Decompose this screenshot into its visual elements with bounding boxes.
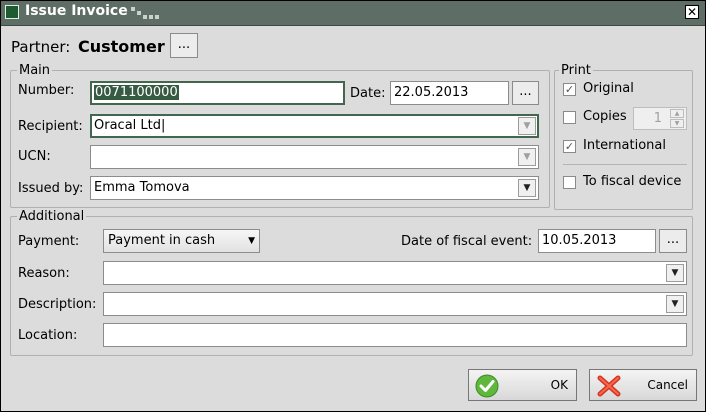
location-input[interactable] xyxy=(103,323,687,347)
cancel-label: Cancel xyxy=(647,378,688,392)
partner-value: Customer xyxy=(78,37,165,56)
copies-value: 1 xyxy=(653,111,662,126)
original-label: Original xyxy=(583,81,634,96)
fiscal-event-value: 10.05.2013 xyxy=(542,233,617,248)
chevron-down-icon[interactable]: ▼ xyxy=(518,117,536,135)
international-checkbox[interactable]: ✓ xyxy=(563,140,576,153)
cancel-button[interactable]: Cancel xyxy=(589,369,697,401)
chevron-down-icon: ▼ xyxy=(248,236,255,246)
additional-group-title: Additional xyxy=(17,209,87,224)
copies-checkbox[interactable] xyxy=(563,111,576,124)
recipient-label: Recipient: xyxy=(18,119,83,134)
window-title: Issue Invoice xyxy=(25,3,128,19)
original-checkbox[interactable]: ✓ xyxy=(563,83,576,96)
issued-by-label: Issued by: xyxy=(18,181,84,196)
fiscal-event-picker-button[interactable]: ... xyxy=(659,229,687,253)
print-separator xyxy=(563,164,687,165)
payment-value: Payment in cash xyxy=(108,233,216,248)
description-label: Description: xyxy=(18,297,97,312)
ok-label: OK xyxy=(550,378,568,392)
issued-by-combobox[interactable]: Emma Tomova ▼ xyxy=(90,176,539,200)
reason-combobox[interactable]: ▼ xyxy=(103,261,687,285)
fiscal-device-checkbox[interactable] xyxy=(563,176,576,189)
date-picker-button[interactable]: ... xyxy=(512,81,539,105)
chevron-down-icon[interactable]: ▼ xyxy=(666,264,684,282)
cross-icon xyxy=(597,375,621,397)
text-cursor: | xyxy=(161,118,166,133)
recipient-combobox[interactable]: Oracal Ltd| ▼ xyxy=(90,114,539,138)
fiscal-event-label: Date of fiscal event: xyxy=(401,234,533,249)
issue-invoice-dialog: Issue Invoice ✕ Partner: Customer ... Ma… xyxy=(0,0,706,412)
close-icon[interactable]: ✕ xyxy=(685,5,699,19)
date-value: 22.05.2013 xyxy=(394,85,469,100)
ok-button[interactable]: OK xyxy=(468,369,577,401)
spin-up-icon[interactable]: ▲ xyxy=(670,109,684,118)
chevron-down-icon[interactable]: ▼ xyxy=(666,295,684,313)
chevron-down-icon[interactable]: ▼ xyxy=(518,179,536,197)
partner-browse-button[interactable]: ... xyxy=(170,33,198,58)
spin-down-icon[interactable]: ▼ xyxy=(670,119,684,128)
ucn-combobox[interactable]: ▼ xyxy=(90,145,539,169)
chevron-down-icon[interactable]: ▼ xyxy=(518,148,536,166)
date-label: Date: xyxy=(350,86,386,101)
date-input[interactable]: 22.05.2013 xyxy=(390,81,509,105)
app-icon xyxy=(5,5,19,19)
payment-label: Payment: xyxy=(18,234,80,249)
print-group-title: Print xyxy=(559,63,593,78)
number-input[interactable]: 0071100000 xyxy=(90,81,345,105)
title-bar[interactable]: Issue Invoice ✕ xyxy=(1,1,705,26)
copies-spinner[interactable]: 1 ▲ ▼ xyxy=(633,107,687,130)
partner-label: Partner: xyxy=(11,38,71,56)
international-label: International xyxy=(583,138,666,153)
titlebar-grip-icon xyxy=(131,7,159,19)
fiscal-event-input[interactable]: 10.05.2013 xyxy=(538,229,656,253)
ucn-label: UCN: xyxy=(18,149,51,164)
recipient-value: Oracal Ltd xyxy=(94,118,161,133)
issued-by-value: Emma Tomova xyxy=(94,180,190,195)
reason-label: Reason: xyxy=(18,266,70,281)
check-icon xyxy=(475,374,499,398)
fiscal-device-label: To fiscal device xyxy=(583,174,682,189)
description-combobox[interactable]: ▼ xyxy=(103,292,687,316)
number-label: Number: xyxy=(18,83,75,98)
number-value: 0071100000 xyxy=(94,85,179,100)
payment-dropdown[interactable]: Payment in cash ▼ xyxy=(103,229,260,253)
main-group-title: Main xyxy=(17,63,53,78)
location-label: Location: xyxy=(18,328,78,343)
copies-label: Copies xyxy=(583,109,627,124)
